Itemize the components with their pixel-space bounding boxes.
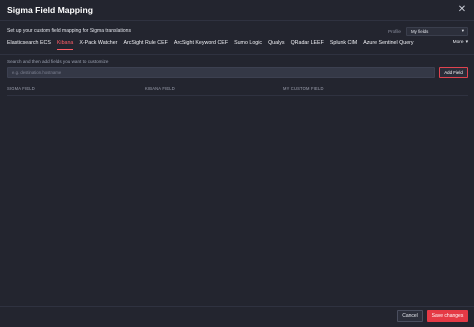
tab-qualys[interactable]: Qualys bbox=[268, 40, 285, 49]
tab-sumo-logic[interactable]: Sumo Logic bbox=[234, 40, 262, 49]
column-header-custom-field: MY CUSTOM FIELD bbox=[283, 86, 324, 91]
profile-dropdown[interactable]: My fields ▾ bbox=[406, 26, 468, 36]
column-header-kibana-field: KIBANA FIELD bbox=[145, 86, 175, 91]
tab-x-pack-watcher[interactable]: X-Pack Watcher bbox=[79, 40, 117, 49]
chevron-down-icon: ▾ bbox=[461, 28, 464, 33]
tab-arcsight-keyword-cef[interactable]: ArcSight Keyword CEF bbox=[174, 40, 228, 49]
close-icon[interactable]: ✕ bbox=[456, 4, 468, 16]
modal-header: Sigma Field Mapping ✕ bbox=[0, 0, 474, 21]
profile-label: Profile bbox=[387, 28, 401, 34]
table-header: SIGMA FIELD KIBANA FIELD MY CUSTOM FIELD bbox=[7, 86, 468, 94]
column-header-sigma-field: SIGMA FIELD bbox=[7, 86, 35, 91]
save-changes-button[interactable]: Save changes bbox=[427, 310, 468, 322]
tab-arcsight-rule-cef[interactable]: ArcSight Rule CEF bbox=[123, 40, 167, 49]
tab-qradar-leef[interactable]: QRadar LEEF bbox=[291, 40, 324, 49]
footer-divider bbox=[0, 306, 474, 307]
add-field-button[interactable]: Add Field bbox=[439, 67, 468, 78]
more-label: More bbox=[452, 40, 464, 45]
profile-value: My fields bbox=[411, 28, 429, 34]
tab-elasticsearch-ecs[interactable]: Elasticsearch ECS bbox=[7, 40, 51, 49]
sigma-field-mapping-modal: Sigma Field Mapping ✕ Set up your custom… bbox=[0, 0, 474, 327]
subheader: Set up your custom field mapping for Sig… bbox=[7, 26, 468, 36]
tab-kibana[interactable]: Kibana bbox=[56, 40, 74, 50]
search-hint: Search and then add fields you want to c… bbox=[7, 59, 109, 64]
chevron-down-icon: ▾ bbox=[465, 40, 468, 45]
backend-tabs: Elasticsearch ECS Kibana X-Pack Watcher Arc… bbox=[7, 40, 468, 54]
more-tabs-button[interactable]: More ▾ bbox=[453, 40, 468, 45]
modal-title: Sigma Field Mapping bbox=[7, 5, 93, 15]
tab-azure-sentinel-query[interactable]: Azure Sentinel Query bbox=[363, 40, 413, 49]
cancel-button[interactable]: Cancel bbox=[397, 310, 423, 322]
field-search-input[interactable] bbox=[7, 67, 435, 78]
tabs-divider bbox=[0, 54, 474, 55]
modal-subtitle: Set up your custom field mapping for Sig… bbox=[7, 28, 131, 34]
table-header-divider bbox=[7, 95, 468, 96]
profile-selector: Profile My fields ▾ bbox=[387, 26, 468, 36]
modal-footer: Cancel Save changes bbox=[397, 310, 468, 322]
tab-splunk-cim[interactable]: Splunk CIM bbox=[330, 40, 357, 49]
search-row: Add Field bbox=[7, 67, 468, 78]
